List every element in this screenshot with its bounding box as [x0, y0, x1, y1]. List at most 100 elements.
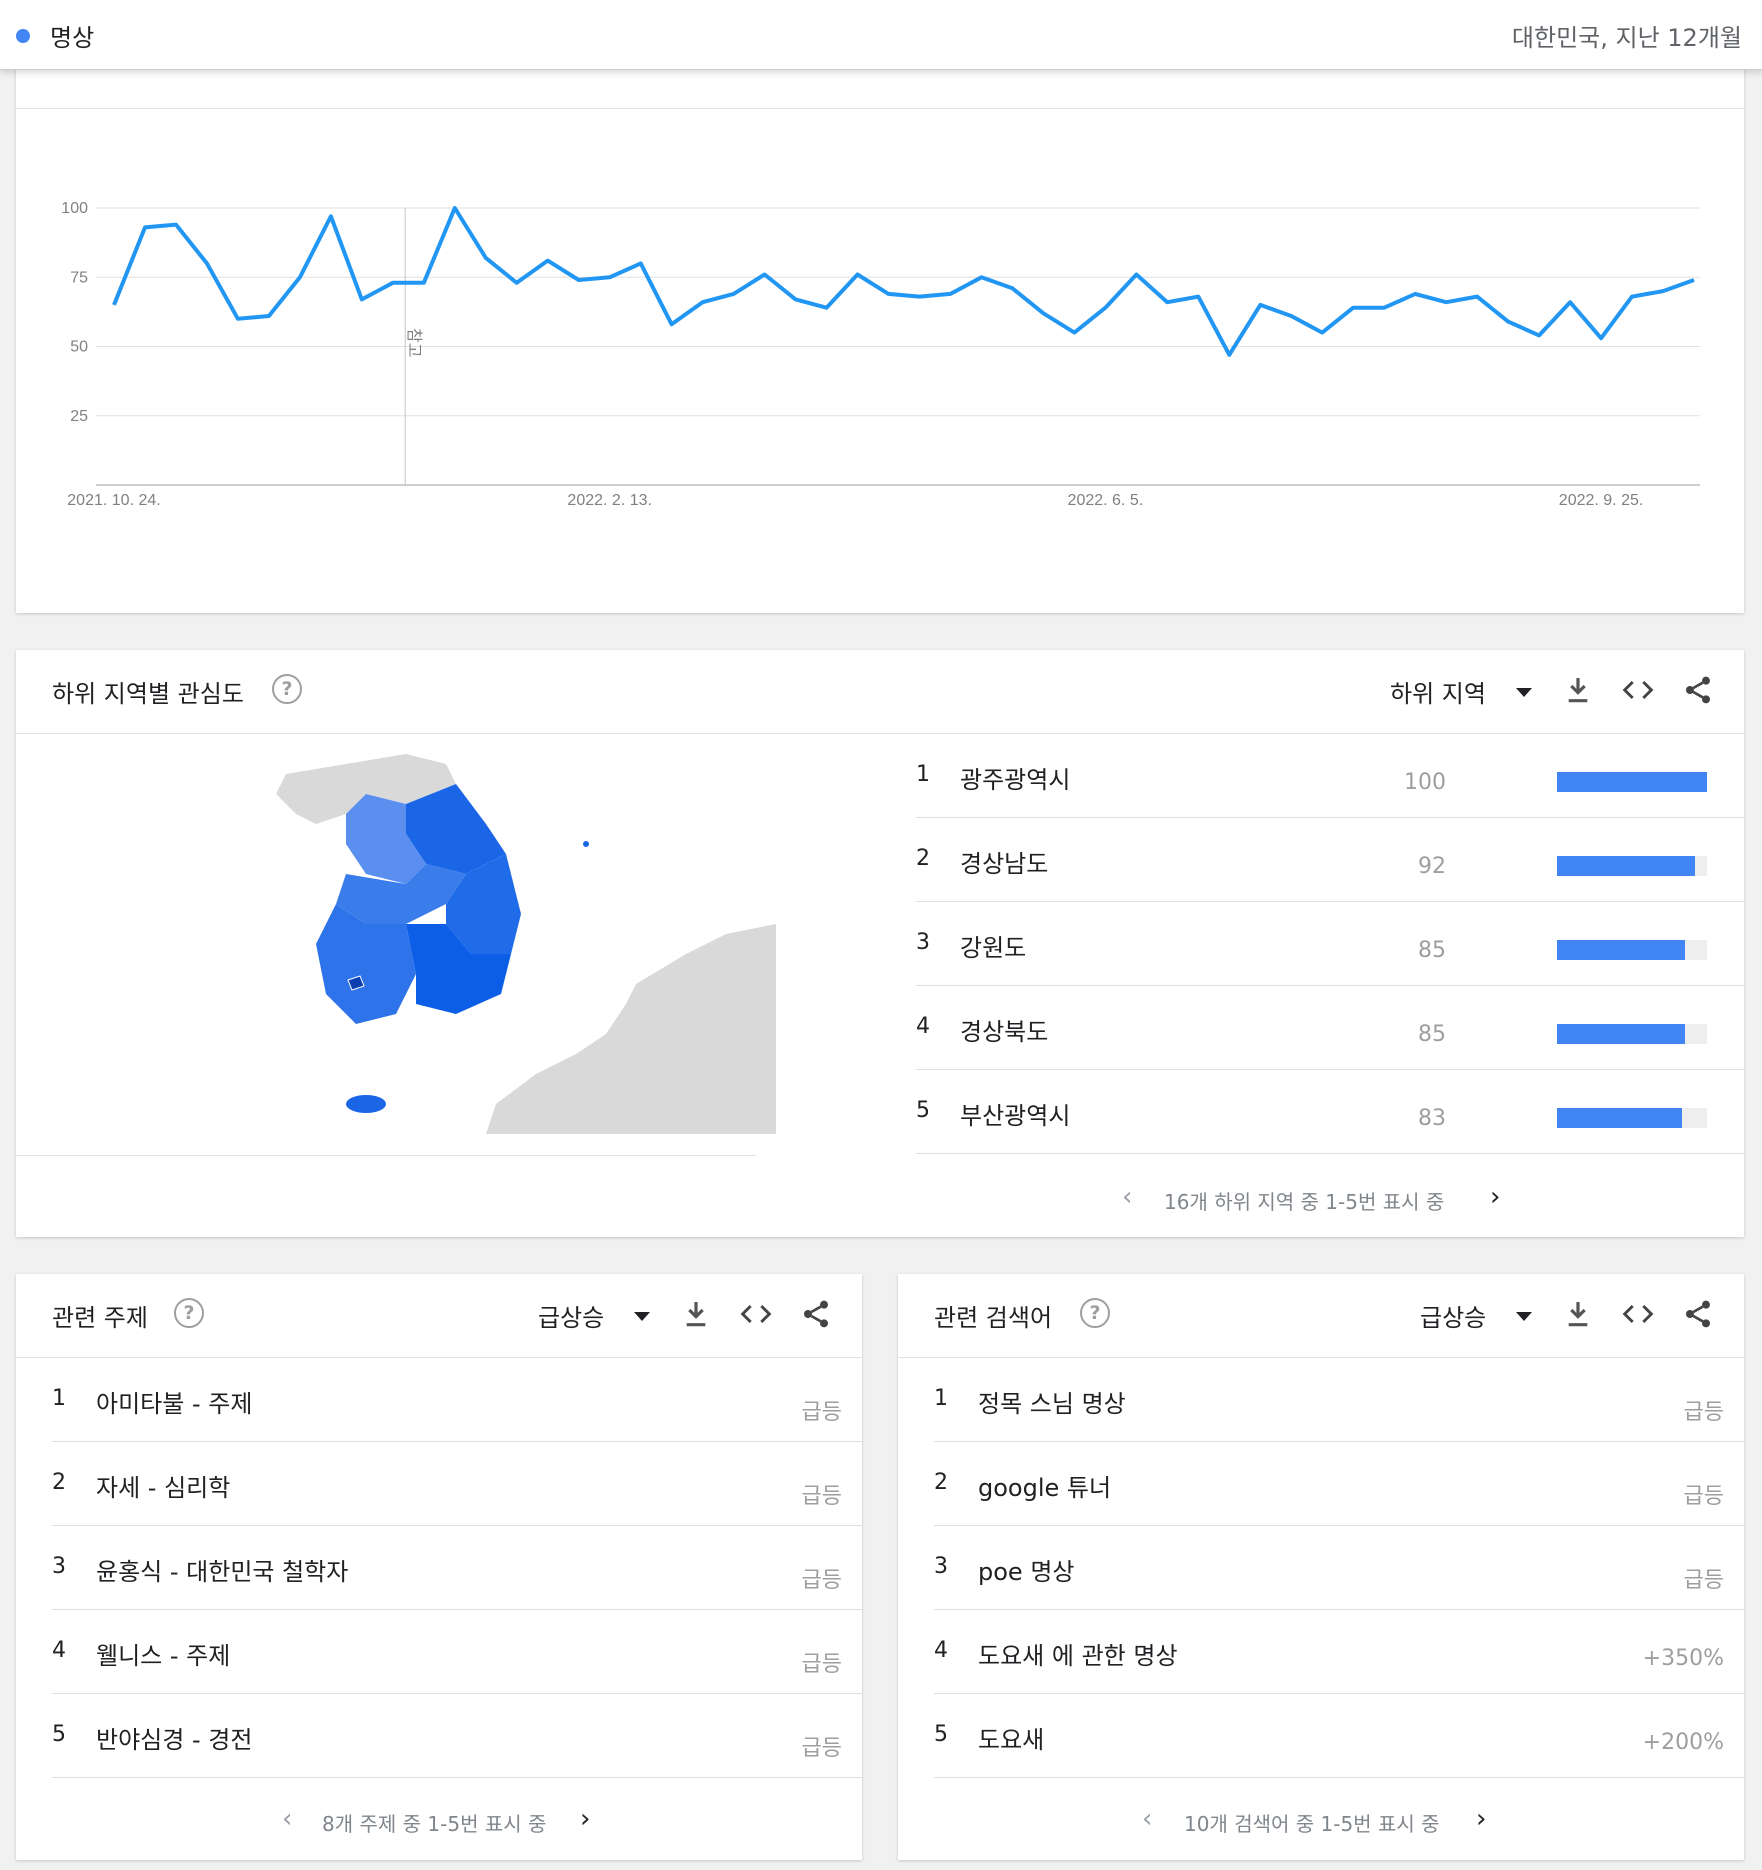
- rank-number: 2: [916, 846, 930, 871]
- caret-down-icon[interactable]: [1516, 688, 1532, 697]
- related-topic-row[interactable]: 2 자세 - 심리학 급등: [52, 1442, 862, 1526]
- interest-over-time-card: 25 50 75 100 2021. 10. 24. 2022. 2. 13. 2022. …: [16, 40, 1744, 613]
- subregion-interest-card: 하위 지역별 관심도 ? 하위 지역 1 광주광역시 100 2 경상남도 92 3 강원도 8…: [16, 650, 1744, 1237]
- interest-bar-fill: [1557, 772, 1707, 792]
- related-topic-row[interactable]: 5 반야심경 - 경전 급등: [52, 1694, 862, 1778]
- rank-item-name[interactable]: google 튜너: [978, 1468, 1111, 1503]
- help-icon[interactable]: ?: [1080, 1298, 1110, 1328]
- region-period-label[interactable]: 대한민국, 지난 12개월: [1512, 18, 1742, 53]
- related-query-row[interactable]: 5 도요새 +200%: [934, 1694, 1744, 1778]
- rank-item-name[interactable]: 도요새 에 관한 명상: [978, 1636, 1178, 1671]
- rank-item-name[interactable]: 자세 - 심리학: [96, 1468, 230, 1503]
- subregion-row[interactable]: 4 경상북도 85: [916, 986, 1744, 1070]
- rank-item-value: +350%: [1642, 1646, 1724, 1671]
- subregion-row[interactable]: 1 광주광역시 100: [916, 734, 1744, 818]
- rank-item-name[interactable]: 윤홍식 - 대한민국 철학자: [96, 1552, 348, 1587]
- interest-bar-fill: [1557, 940, 1685, 960]
- help-icon[interactable]: ?: [174, 1298, 204, 1328]
- chevron-left-icon[interactable]: ‹: [1122, 1182, 1132, 1212]
- rank-number: 3: [52, 1554, 66, 1579]
- interest-line-chart[interactable]: 25 50 75 100 2021. 10. 24. 2022. 2. 13. 2022. …: [16, 40, 1744, 613]
- x-tick-label: 2021. 10. 24.: [67, 492, 160, 509]
- rank-item-value: 급등: [1683, 1484, 1724, 1509]
- rank-item-value: 85: [1418, 938, 1446, 963]
- embed-code-icon[interactable]: [1622, 1298, 1654, 1330]
- rank-item-name[interactable]: 강원도: [960, 928, 1026, 963]
- download-icon[interactable]: [1562, 674, 1594, 706]
- rank-number: 4: [934, 1638, 948, 1663]
- rank-item-value: 급등: [1683, 1568, 1724, 1593]
- map-region-jeju: [346, 1095, 386, 1113]
- caret-down-icon[interactable]: [1516, 1312, 1532, 1321]
- rank-item-name[interactable]: 웰니스 - 주제: [96, 1636, 230, 1671]
- rank-item-value: 급등: [801, 1736, 842, 1761]
- interest-bar-fill: [1557, 856, 1695, 876]
- chevron-left-icon[interactable]: ‹: [282, 1804, 292, 1834]
- related-topics-filter-dropdown[interactable]: 급상승: [538, 1298, 604, 1333]
- subregion-row[interactable]: 5 부산광역시 83: [916, 1070, 1744, 1154]
- related-topic-row[interactable]: 1 아미타불 - 주제 급등: [52, 1358, 862, 1442]
- search-term-label[interactable]: 명상: [50, 18, 94, 53]
- rank-number: 1: [52, 1386, 66, 1411]
- subregion-pager-text: 16개 하위 지역 중 1-5번 표시 중: [1164, 1190, 1445, 1214]
- related-query-row[interactable]: 2 google 튜너 급등: [934, 1442, 1744, 1526]
- y-tick-label: 75: [70, 269, 88, 286]
- card-header: 하위 지역별 관심도 ? 하위 지역: [16, 650, 1744, 734]
- interest-bar-track: [1557, 1108, 1707, 1128]
- embed-code-icon[interactable]: [1622, 674, 1654, 706]
- korea-region-map[interactable]: [256, 754, 776, 1134]
- download-icon[interactable]: [680, 1298, 712, 1330]
- chevron-right-icon[interactable]: ›: [1476, 1804, 1486, 1834]
- rank-item-value: 급등: [801, 1400, 842, 1425]
- rank-number: 5: [52, 1722, 66, 1747]
- help-icon[interactable]: ?: [272, 674, 302, 704]
- related-query-row[interactable]: 1 정목 스님 명상 급등: [934, 1358, 1744, 1442]
- related-queries-card: 관련 검색어 ? 급상승 1 정목 스님 명상 급등 2 google 튜너 급등 3 poe…: [898, 1274, 1744, 1860]
- rank-item-value: 급등: [801, 1568, 842, 1593]
- rank-item-name[interactable]: 도요새: [978, 1720, 1044, 1755]
- interest-bar-track: [1557, 1024, 1707, 1044]
- note-marker-label: 참고: [405, 328, 423, 357]
- related-query-row[interactable]: 4 도요새 에 관한 명상 +350%: [934, 1610, 1744, 1694]
- rank-number: 5: [916, 1098, 930, 1123]
- rank-item-value: 100: [1404, 770, 1446, 795]
- rank-item-name[interactable]: 부산광역시: [960, 1096, 1070, 1131]
- rank-item-name[interactable]: 경상북도: [960, 1012, 1048, 1047]
- rank-number: 1: [916, 762, 930, 787]
- related-topic-row[interactable]: 4 웰니스 - 주제 급등: [52, 1610, 862, 1694]
- compare-term-bar: 명상 대한민국, 지난 12개월: [0, 0, 1762, 70]
- related-topics-card: 관련 주제 ? 급상승 1 아미타불 - 주제 급등 2 자세 - 심리학 급등 3 윤홍식 …: [16, 1274, 862, 1860]
- subregion-dropdown[interactable]: 하위 지역: [1390, 674, 1486, 709]
- rank-item-value: 급등: [801, 1484, 842, 1509]
- rank-number: 2: [52, 1470, 66, 1495]
- related-query-row[interactable]: 3 poe 명상 급등: [934, 1526, 1744, 1610]
- related-queries-pager-text: 10개 검색어 중 1-5번 표시 중: [1184, 1812, 1440, 1836]
- related-topic-row[interactable]: 3 윤홍식 - 대한민국 철학자 급등: [52, 1526, 862, 1610]
- rank-number: 3: [916, 930, 930, 955]
- share-icon[interactable]: [800, 1298, 832, 1330]
- share-icon[interactable]: [1682, 1298, 1714, 1330]
- interest-series-line[interactable]: [112, 206, 1695, 357]
- card-title: 하위 지역별 관심도: [52, 680, 244, 708]
- embed-code-icon[interactable]: [740, 1298, 772, 1330]
- rank-item-value: 급등: [1683, 1400, 1724, 1425]
- rank-item-name[interactable]: 정목 스님 명상: [978, 1384, 1126, 1419]
- related-queries-filter-dropdown[interactable]: 급상승: [1420, 1298, 1486, 1333]
- subregion-row[interactable]: 3 강원도 85: [916, 902, 1744, 986]
- rank-item-name[interactable]: 광주광역시: [960, 760, 1070, 795]
- y-tick-label: 25: [70, 408, 88, 425]
- rank-item-name[interactable]: 반야심경 - 경전: [96, 1720, 252, 1755]
- rank-item-name[interactable]: 경상남도: [960, 844, 1048, 879]
- map-island-ulleung: [583, 841, 589, 847]
- x-tick-label: 2022. 6. 5.: [1068, 492, 1144, 509]
- chevron-right-icon[interactable]: ›: [1490, 1182, 1500, 1212]
- chevron-left-icon[interactable]: ‹: [1142, 1804, 1152, 1834]
- card-title: 관련 검색어: [934, 1304, 1053, 1332]
- download-icon[interactable]: [1562, 1298, 1594, 1330]
- rank-item-name[interactable]: poe 명상: [978, 1552, 1074, 1587]
- subregion-row[interactable]: 2 경상남도 92: [916, 818, 1744, 902]
- rank-item-name[interactable]: 아미타불 - 주제: [96, 1384, 252, 1419]
- chevron-right-icon[interactable]: ›: [580, 1804, 590, 1834]
- share-icon[interactable]: [1682, 674, 1714, 706]
- caret-down-icon[interactable]: [634, 1312, 650, 1321]
